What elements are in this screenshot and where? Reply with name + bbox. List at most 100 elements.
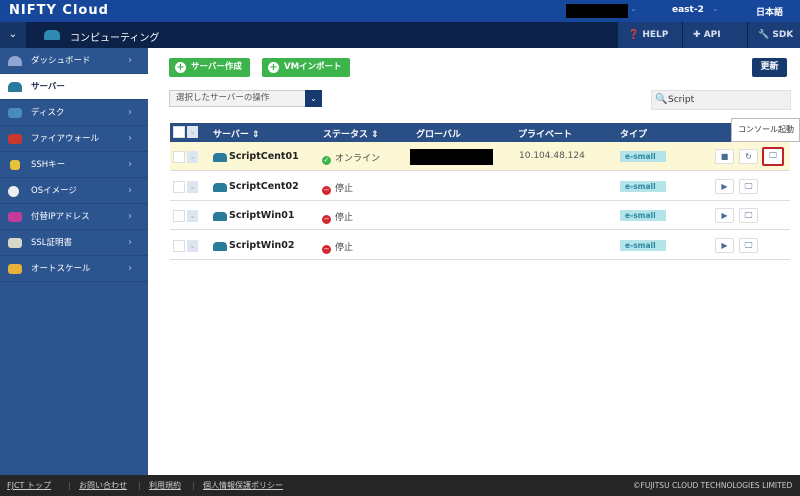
account-redacted[interactable]	[566, 4, 628, 18]
server-name[interactable]: ScriptCent02	[229, 181, 299, 192]
status: − 停止	[322, 243, 354, 254]
brand-logo: NIFTY Cloud	[9, 3, 109, 18]
chevron-right-icon: ›	[128, 263, 132, 274]
chevron-down-icon[interactable]: ⌄	[187, 126, 198, 138]
type-badge[interactable]: e-small	[620, 151, 666, 162]
chevron-down-icon[interactable]: ⌄	[187, 181, 198, 193]
language-select[interactable]: 日本語	[756, 5, 783, 18]
column-type: タイプ	[620, 130, 648, 140]
server-icon	[213, 153, 227, 162]
footer-link-privacy[interactable]: 個人情報保護ポリシー	[203, 475, 283, 496]
sidebar-item-autoscale[interactable]: オートスケール ›	[0, 256, 148, 282]
help-button[interactable]: ❓ HELP	[617, 22, 682, 48]
refresh-button[interactable]: 更新	[752, 58, 787, 77]
service-bar: ⌄ コンピューティング ❓ HELP ✚ API 🔧 SDK	[0, 22, 800, 48]
stop-circle-icon: −	[322, 215, 331, 224]
menu-toggle-button[interactable]: ⌄	[0, 22, 26, 48]
server-icon	[213, 212, 227, 221]
server-name[interactable]: ScriptWin02	[229, 240, 294, 251]
disc-icon	[8, 186, 19, 197]
api-button[interactable]: ✚ API	[682, 22, 747, 48]
puzzle-icon: ✚	[693, 30, 701, 40]
tooltip: コンソール起動	[731, 118, 800, 142]
footer-link-terms[interactable]: 利用規約	[149, 475, 181, 496]
chevron-right-icon: ›	[128, 55, 132, 66]
disk-icon	[8, 108, 22, 118]
stop-button[interactable]: ■	[715, 149, 734, 164]
type-badge[interactable]: e-small	[620, 240, 666, 251]
dashboard-icon	[8, 56, 22, 66]
footer-link-top[interactable]: FJCT トップ	[7, 475, 51, 496]
type-badge[interactable]: e-small	[620, 181, 666, 192]
server-icon	[213, 242, 227, 251]
row-checkbox[interactable]	[173, 151, 185, 163]
chevron-down-icon[interactable]: ⌄	[187, 240, 198, 252]
footer: FJCT トップ | お問い合わせ | 利用規約 | 個人情報保護ポリシー ©F…	[0, 475, 800, 496]
table-row[interactable]: ⌄ ScriptWin01 − 停止 e-small ▶ 🖵	[170, 201, 790, 230]
chevron-right-icon: ›	[128, 237, 132, 248]
sidebar-item-os-image[interactable]: OSイメージ ›	[0, 178, 148, 204]
plus-icon: +	[175, 62, 186, 73]
region-select[interactable]: east-2	[672, 5, 704, 15]
search-input[interactable]: 🔍 Script	[651, 90, 791, 110]
question-icon: ❓	[628, 30, 640, 40]
divider: |	[192, 481, 195, 490]
sidebar-item-ssl[interactable]: SSL証明書 ›	[0, 230, 148, 256]
vm-import-button[interactable]: + VMインポート	[262, 58, 350, 77]
type-badge[interactable]: e-small	[620, 210, 666, 221]
column-status[interactable]: ステータス ⇕	[323, 127, 379, 140]
chevron-down-icon[interactable]: ⌄	[187, 210, 198, 222]
sdk-button[interactable]: 🔧 SDK	[747, 22, 800, 48]
stop-circle-icon: −	[322, 245, 331, 254]
chevron-down-icon[interactable]: ⌄	[187, 151, 198, 163]
row-checkbox[interactable]	[173, 240, 185, 252]
chevron-right-icon: ›	[128, 211, 132, 222]
key-icon	[10, 160, 20, 170]
sidebar-item-server[interactable]: サーバー	[0, 74, 148, 100]
start-button[interactable]: ▶	[715, 208, 734, 223]
search-icon: 🔍	[655, 94, 668, 105]
chevron-down-icon: ⌄	[712, 4, 719, 13]
server-icon	[8, 82, 22, 92]
plus-icon: +	[268, 62, 279, 73]
sidebar-item-disk[interactable]: ディスク ›	[0, 100, 148, 126]
divider: |	[68, 481, 71, 490]
create-server-button[interactable]: + サーバー作成	[169, 58, 250, 77]
column-server[interactable]: サーバー ⇕	[213, 127, 260, 140]
table-row[interactable]: ⌄ ScriptCent01 ✓ オンライン 10.104.48.124 e-sm…	[170, 142, 790, 171]
sidebar-item-ip-address[interactable]: 付替IPアドレス ›	[0, 204, 148, 230]
sidebar-item-firewall[interactable]: ファイアウォール ›	[0, 126, 148, 152]
stop-circle-icon: −	[322, 186, 331, 195]
start-button[interactable]: ▶	[715, 179, 734, 194]
console-button[interactable]: 🖵	[739, 238, 758, 253]
chevron-down-icon: ⌄	[305, 90, 322, 107]
sidebar-item-dashboard[interactable]: ダッシュボード ›	[0, 48, 148, 74]
footer-link-contact[interactable]: お問い合わせ	[79, 475, 127, 496]
table-row[interactable]: ⌄ ScriptCent02 − 停止 e-small ▶ 🖵	[170, 172, 790, 201]
bulk-action-select[interactable]: 選択したサーバーの操作 ⌄	[169, 90, 322, 107]
row-checkbox[interactable]	[173, 181, 185, 193]
server-name[interactable]: ScriptCent01	[229, 151, 299, 162]
console-button[interactable]: 🖵	[762, 147, 784, 166]
console-button[interactable]: 🖵	[739, 208, 758, 223]
status: ✓ オンライン	[322, 154, 381, 165]
certificate-icon	[8, 238, 22, 248]
column-private: プライベート	[518, 130, 573, 140]
firewall-icon	[8, 134, 22, 144]
global-ip-redacted	[410, 149, 493, 165]
console-button[interactable]: 🖵	[739, 179, 758, 194]
column-global: グローバル	[416, 130, 461, 140]
server-name[interactable]: ScriptWin01	[229, 210, 294, 221]
service-name: コンピューティング	[70, 33, 160, 44]
status: − 停止	[322, 184, 354, 195]
restart-button[interactable]: ↻	[739, 149, 758, 164]
wrench-icon: 🔧	[758, 30, 770, 40]
chevron-right-icon: ›	[128, 159, 132, 170]
row-checkbox[interactable]	[173, 210, 185, 222]
table-row[interactable]: ⌄ ScriptWin02 − 停止 e-small ▶ 🖵	[170, 231, 790, 260]
start-button[interactable]: ▶	[715, 238, 734, 253]
sidebar-item-ssh-key[interactable]: SSHキー ›	[0, 152, 148, 178]
chevron-right-icon: ›	[128, 107, 132, 118]
sidebar: ダッシュボード › サーバー ディスク › ファイアウォール › SSHキー › OSイ…	[0, 48, 148, 475]
select-all-checkbox[interactable]	[173, 126, 185, 138]
